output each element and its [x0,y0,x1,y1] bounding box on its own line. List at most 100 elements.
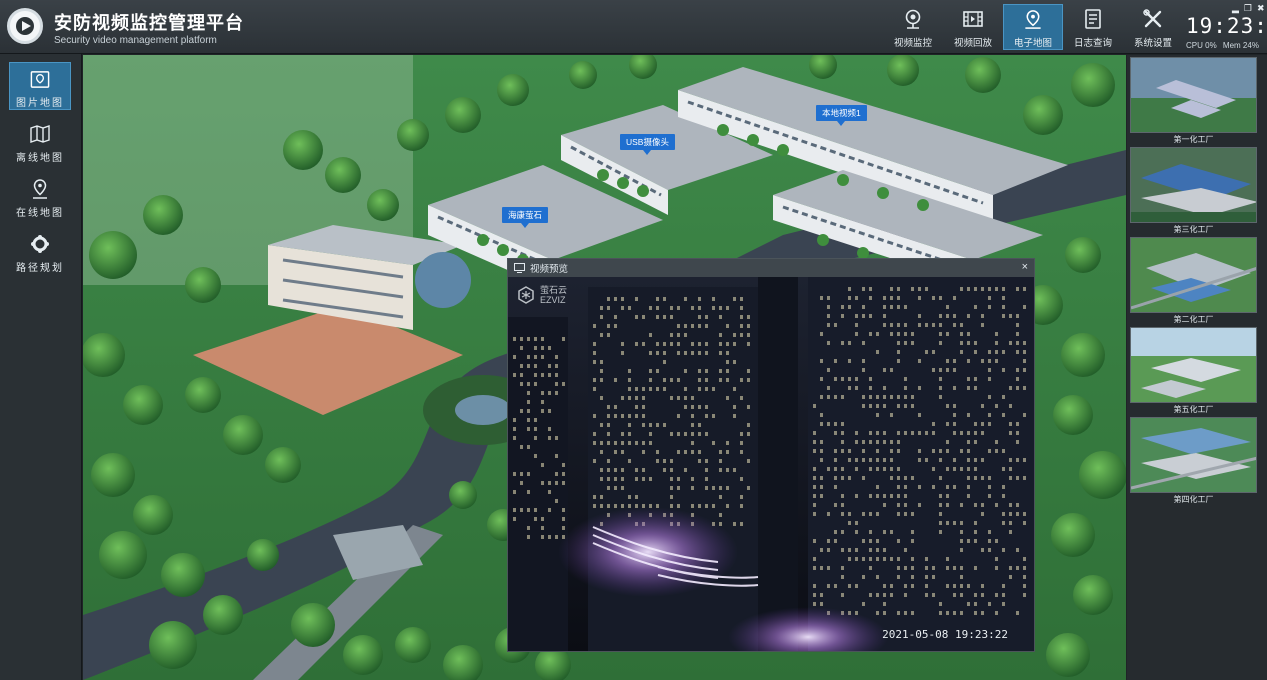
lit-window [705,405,708,409]
lit-window [848,449,851,453]
lit-window [628,387,631,391]
lit-window [677,342,680,346]
lit-window [988,449,991,453]
lit-window [869,593,872,597]
lit-window [876,548,879,552]
lit-window [607,468,610,472]
lit-window [649,333,652,337]
thumbnail-factory-1[interactable]: 第一化工厂 [1130,57,1257,145]
lit-window [684,432,687,436]
lit-window [562,481,565,485]
lit-window [932,422,935,426]
lit-window [649,477,652,481]
lit-window [656,306,659,310]
map-marker-usb-camera[interactable]: USB摄像头 [620,134,675,155]
restore-button[interactable]: ❐ [1244,3,1252,14]
lit-window [527,400,530,404]
video-stream[interactable]: 萤石云 EZVIZ 2021-05-08 19:23:22 [508,277,1034,651]
video-preview-window[interactable]: 视频预览 × 萤石云 EZVIZ 2021-05-08 19:23:22 [507,258,1035,652]
app-subtitle: Security video management platform [54,35,217,46]
lit-window [890,296,893,300]
sidebar-item-offline-map[interactable]: 离线地图 [9,117,71,165]
lit-window [733,342,736,346]
lit-window [869,440,872,444]
lit-window [705,315,708,319]
close-button[interactable]: ✖ [1257,3,1265,14]
lit-window [995,449,998,453]
lit-window [614,441,617,445]
lit-window [841,377,844,381]
thumbnail-factory-2[interactable]: 第二化工厂 [1130,237,1257,325]
lit-window [876,557,879,561]
thumbnail-factory-5[interactable]: 第五化工厂 [1130,327,1257,415]
video-window-titlebar[interactable]: 视频预览 [508,259,1034,277]
lit-window [527,427,530,431]
nav-log-query[interactable]: 日志查询 [1063,4,1123,50]
lit-window [897,611,900,615]
lit-window [876,539,879,543]
thumbnail-factory-3[interactable]: 第三化工厂 [1130,147,1257,235]
lit-window [670,342,673,346]
lit-window [649,387,652,391]
app-logo-icon [7,8,43,44]
lit-window [904,485,907,489]
lit-window [1023,512,1026,516]
lit-window [1016,458,1019,462]
lit-window [698,387,701,391]
lit-window [534,508,537,512]
lit-window [1016,512,1019,516]
lit-window [946,467,949,471]
lit-window [628,414,631,418]
sidebar-item-image-map[interactable]: 图片地图 [9,62,71,110]
lit-window [897,539,900,543]
lit-window [691,477,694,481]
lit-window [988,287,991,291]
nav-electronic-map[interactable]: 电子地图 [1003,4,1063,50]
lit-window [834,539,837,543]
lit-window [656,342,659,346]
lit-window [712,486,715,490]
lit-window [981,593,984,597]
nav-video-playback[interactable]: 视频回放 [943,4,1003,50]
lit-window [628,441,631,445]
video-close-button[interactable]: × [1022,261,1028,273]
thumbnail-image [1130,417,1257,493]
mem-usage: Mem 24% [1222,41,1259,50]
nav-system-settings[interactable]: 系统设置 [1123,4,1183,50]
lit-window [733,333,736,337]
thumbnail-factory-4[interactable]: 第四化工厂 [1130,417,1257,505]
lit-window [520,364,523,368]
lit-window [820,602,823,606]
lit-window [862,359,865,363]
lit-window [527,472,530,476]
minimize-button[interactable]: ▂ [1232,3,1239,14]
lit-window [1016,566,1019,570]
lit-window [555,382,558,386]
lit-window [698,324,701,328]
lit-window [939,296,942,300]
lit-window [614,405,617,409]
lit-window [939,611,942,615]
lit-window [527,490,530,494]
lit-window [621,306,624,310]
sidebar-item-online-map[interactable]: 在线地图 [9,172,71,220]
sidebar-item-route-planning[interactable]: 路径规划 [9,227,71,275]
lit-window [607,324,610,328]
lit-window [600,378,603,382]
lit-window [1016,422,1019,426]
lit-window [981,611,984,615]
map-marker-local-video[interactable]: 本地视频1 [816,105,867,126]
lit-window [841,548,844,552]
lit-window [932,323,935,327]
lit-window [726,450,729,454]
lit-window [953,584,956,588]
nav-video-monitor[interactable]: 视频监控 [883,4,943,50]
lit-window [1002,485,1005,489]
lit-window [862,395,865,399]
map-marker-hikvision-ezviz[interactable]: 海康萤石 [502,207,549,228]
lit-window [813,467,816,471]
lit-window [1016,386,1019,390]
cpu-usage: CPU 0% [1186,41,1217,50]
lit-window [946,557,949,561]
sidebar-item-label: 图片地图 [16,98,64,109]
